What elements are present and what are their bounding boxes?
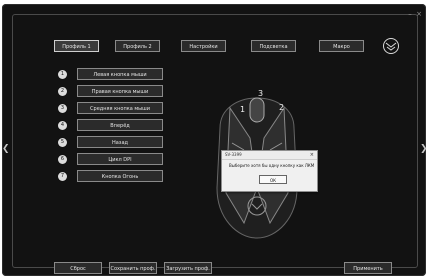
assignment-button-1[interactable]: Левая кнопка мыши: [77, 68, 163, 80]
dialog-title-bar: SV-3399 ×: [222, 151, 317, 160]
mouse-callout-2: 2: [279, 103, 284, 112]
minimize-button[interactable]: –: [407, 11, 413, 18]
mouse-callout-3: 3: [258, 89, 263, 98]
mouse-callout-1: 1: [240, 105, 245, 114]
tab-lighting[interactable]: Подсветка: [251, 40, 296, 52]
assignment-number-5: 5: [58, 138, 67, 147]
tab-profile-2[interactable]: Профиль 2: [115, 40, 160, 52]
assignment-number-1: 1: [58, 70, 67, 79]
assignment-button-7[interactable]: Кнопка Огонь: [77, 170, 163, 182]
close-button[interactable]: ×: [416, 11, 422, 18]
assignment-number-3: 3: [58, 104, 67, 113]
reset-button[interactable]: Сброс: [54, 262, 102, 274]
dialog-title: SV-3399: [225, 152, 242, 157]
chevron-left-icon[interactable]: ❮: [2, 144, 10, 154]
assignment-button-3[interactable]: Средняя кнопка мыши: [77, 102, 163, 114]
app-window: – × Профиль 1 Профиль 2 Настройки Подсве…: [2, 4, 428, 276]
assignment-number-4: 4: [58, 121, 67, 130]
assignment-number-6: 6: [58, 155, 67, 164]
save-profile-button[interactable]: Сохранить проф.: [109, 262, 157, 274]
tab-macro[interactable]: Макро: [319, 40, 364, 52]
load-profile-button[interactable]: Загрузить проф.: [164, 262, 212, 274]
assignment-number-7: 7: [58, 172, 67, 181]
alert-dialog: SV-3399 × Выберите хотя бы одну кнопку к…: [221, 150, 318, 192]
tab-profile-1[interactable]: Профиль 1: [54, 40, 99, 52]
apply-button[interactable]: Применить: [344, 262, 392, 274]
assignment-button-2[interactable]: Правая кнопка мыши: [77, 85, 163, 97]
assignment-button-4[interactable]: Вперёд: [77, 119, 163, 131]
chevron-right-icon[interactable]: ❯: [420, 144, 428, 154]
tab-settings[interactable]: Настройки: [181, 40, 226, 52]
dialog-message: Выберите хотя бы одну кнопку как ЛКМ: [229, 163, 315, 168]
assignment-button-5[interactable]: Назад: [77, 136, 163, 148]
dialog-ok-button[interactable]: ОК: [259, 175, 287, 184]
assignment-button-6[interactable]: Цикл DPI: [77, 153, 163, 165]
dialog-close-icon[interactable]: ×: [310, 151, 314, 159]
assignment-number-2: 2: [58, 87, 67, 96]
brand-logo-icon: [383, 38, 399, 54]
